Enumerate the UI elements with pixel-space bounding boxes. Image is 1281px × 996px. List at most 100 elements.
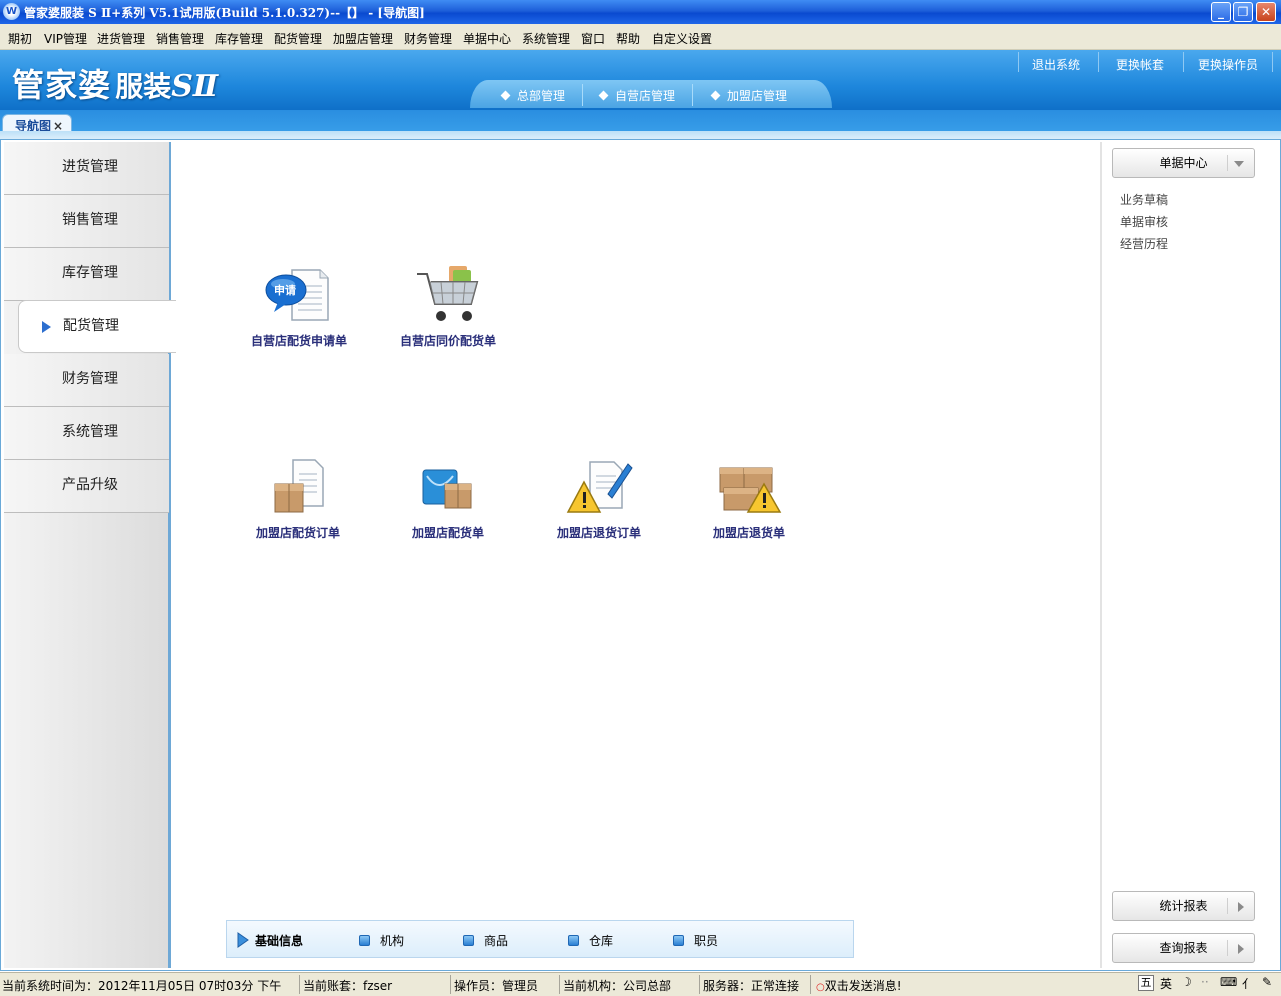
chevron-right-icon (1238, 902, 1244, 912)
logo: 管家婆 服装SⅡ (12, 66, 219, 104)
tab-own-stores[interactable]: 自营店管理 (598, 87, 675, 104)
divider (699, 975, 700, 994)
status-account: 当前账套：fzser (303, 979, 393, 993)
info-item-warehouse[interactable]: 仓库 (568, 932, 613, 949)
tab-underline (0, 131, 1281, 139)
diamond-icon (500, 90, 511, 101)
statistics-report-button[interactable]: 统计报表 (1112, 891, 1255, 921)
tile-caption: 加盟店退货单 (712, 526, 785, 540)
tile-own-store-distribution-request[interactable]: 申请 自营店配货申请单 (234, 266, 364, 349)
business-draft-link[interactable]: 业务草稿 (1120, 191, 1168, 208)
menu-item-purchase[interactable]: 进货管理 (97, 30, 145, 47)
play-arrow-icon (42, 321, 51, 333)
warning-document-icon (564, 458, 634, 516)
status-bar: 当前系统时间为：2012年11月05日 07时03分 下午 当前账套：fzser… (0, 972, 1281, 996)
book-icon (359, 935, 370, 946)
basic-info-title: 基础信息 (237, 932, 303, 949)
wrench-icon[interactable]: ✎ (1262, 975, 1272, 989)
tile-caption: 加盟店退货订单 (556, 526, 641, 540)
document-audit-link[interactable]: 单据审核 (1120, 213, 1168, 230)
switch-account-link[interactable]: 更换帐套 (1116, 56, 1164, 73)
menu-item-vip[interactable]: VIP管理 (44, 30, 87, 47)
business-history-link[interactable]: 经营历程 (1120, 235, 1168, 252)
tile-caption: 加盟店配货单 (411, 526, 484, 540)
title-bar: W 管家婆服装 S Ⅱ+系列 V5.1试用版(Build 5.1.0.327)-… (0, 0, 1281, 24)
tab-headquarters[interactable]: 总部管理 (500, 87, 565, 104)
tile-caption: 自营店配货申请单 (250, 334, 347, 348)
info-item-goods[interactable]: 商品 (463, 932, 508, 949)
tile-caption: 自营店同价配货单 (399, 334, 496, 348)
box-folder-icon (413, 458, 483, 516)
divider (1227, 898, 1228, 914)
right-panel: 单据中心 业务草稿 单据审核 经营历程 统计报表 查询报表 (1100, 142, 1278, 968)
tile-own-store-same-price-distribution[interactable]: 自营店同价配货单 (383, 266, 513, 349)
document-center-button[interactable]: 单据中心 (1112, 148, 1255, 178)
info-item-organization[interactable]: 机构 (359, 932, 404, 949)
tile-franchise-return[interactable]: 加盟店退货单 (684, 458, 814, 541)
divider (299, 975, 300, 994)
info-item-staff[interactable]: 职员 (673, 932, 718, 949)
status-time: 当前系统时间为：2012年11月05日 07时03分 下午 (2, 979, 282, 993)
tab-franchise-stores[interactable]: 加盟店管理 (710, 87, 787, 104)
ime-toggle-icon[interactable]: 五 (1138, 975, 1154, 991)
query-report-button[interactable]: 查询报表 (1112, 933, 1255, 963)
logout-link[interactable]: 退出系统 (1032, 56, 1080, 73)
nav-item-system[interactable]: 系统管理 (4, 407, 169, 460)
diamond-icon (710, 90, 721, 101)
divider (450, 975, 451, 994)
menu-item-help[interactable]: 帮助 (616, 30, 640, 47)
menu-item-system[interactable]: 系统管理 (522, 30, 570, 47)
switch-operator-link[interactable]: 更换操作员 (1198, 56, 1258, 73)
nav-item-finance[interactable]: 财务管理 (4, 354, 169, 407)
menu-item-window[interactable]: 窗口 (581, 30, 605, 47)
tile-franchise-distribution-order[interactable]: 加盟店配货订单 (233, 458, 363, 541)
record-icon: ○ (816, 982, 825, 993)
divider (582, 84, 583, 106)
module-tabs: 总部管理 自营店管理 加盟店管理 (470, 80, 832, 108)
nav-item-distribution[interactable]: 配货管理 (18, 300, 176, 353)
divider (1183, 52, 1184, 72)
menu-item-franchise[interactable]: 加盟店管理 (333, 30, 393, 47)
keyboard-icon[interactable]: ⌨ (1220, 975, 1237, 989)
nav-item-upgrade[interactable]: 产品升级 (4, 460, 169, 513)
menu-item-finance[interactable]: 财务管理 (404, 30, 452, 47)
book-icon (673, 935, 684, 946)
moon-icon[interactable]: ☽ (1181, 975, 1192, 989)
left-navigation: 进货管理 销售管理 库存管理 配货管理 财务管理 系统管理 产品升级 (4, 142, 176, 968)
shopping-cart-icon (413, 266, 483, 324)
chevron-right-icon (1238, 944, 1244, 954)
tile-franchise-return-order[interactable]: 加盟店退货订单 (534, 458, 664, 541)
diamond-icon (598, 90, 609, 101)
menu-item-inventory[interactable]: 库存管理 (215, 30, 263, 47)
divider (1227, 155, 1228, 171)
dots-icon: ·· (1201, 975, 1209, 989)
divider (559, 975, 560, 994)
ime-language[interactable]: 英 (1160, 975, 1172, 992)
book-icon (568, 935, 579, 946)
status-operator: 操作员：管理员 (454, 979, 539, 993)
nav-item-purchase[interactable]: 进货管理 (4, 142, 169, 195)
menu-item-sales[interactable]: 销售管理 (156, 30, 204, 47)
nav-item-inventory[interactable]: 库存管理 (4, 248, 169, 301)
nav-item-sales[interactable]: 销售管理 (4, 195, 169, 248)
minimize-button[interactable]: _ (1211, 2, 1231, 22)
menu-item-distribution[interactable]: 配货管理 (274, 30, 322, 47)
menu-item-documents[interactable]: 单据中心 (463, 30, 511, 47)
box-document-icon (263, 458, 333, 516)
menu-item-opening[interactable]: 期初 (8, 30, 32, 47)
app-icon: W (3, 3, 20, 20)
menu-bar: 期初 VIP管理 进货管理 销售管理 库存管理 配货管理 加盟店管理 财务管理 … (0, 24, 1281, 50)
divider (1272, 52, 1273, 72)
warning-box-icon (714, 458, 784, 516)
restore-button[interactable]: ❐ (1233, 2, 1253, 22)
window-title: 管家婆服装 S Ⅱ+系列 V5.1试用版(Build 5.1.0.327)--【… (24, 6, 425, 20)
send-message-link[interactable]: ○双击发送消息! (816, 977, 902, 994)
close-button[interactable]: ✕ (1256, 2, 1276, 22)
menu-item-custom-settings[interactable]: 自定义设置 (652, 30, 712, 47)
navigation-map-canvas: 申请 自营店配货申请单 自营店同价配货单 加盟店配货订单 加盟店配货单 加盟店退… (172, 142, 1102, 968)
status-server: 服务器：正常连接 (703, 979, 800, 993)
book-icon (463, 935, 474, 946)
tile-franchise-distribution[interactable]: 加盟店配货单 (383, 458, 513, 541)
divider (1098, 52, 1099, 72)
punctuation-icon[interactable]: ⺅ (1242, 975, 1254, 992)
